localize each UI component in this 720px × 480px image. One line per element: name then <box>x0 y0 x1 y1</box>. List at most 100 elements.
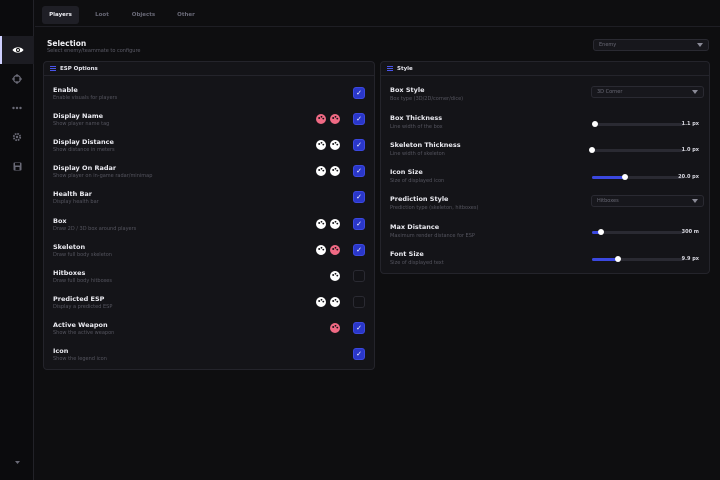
slider-knob[interactable] <box>598 229 604 235</box>
prediction-style-select[interactable]: Hitboxes <box>591 195 704 207</box>
esp-option-label: Skeleton <box>53 243 86 251</box>
icon-size-label: Icon Size <box>390 168 423 176</box>
esp-option-desc: Draw full body hitboxes <box>53 278 112 284</box>
style-header: Style <box>381 62 709 76</box>
esp-option-checkbox[interactable]: ✓ <box>353 191 365 203</box>
tab-players[interactable]: Players <box>42 6 79 24</box>
prediction-style-desc: Prediction type (skeleton, hitboxes) <box>390 205 479 211</box>
save-icon <box>13 162 21 170</box>
palette-icon[interactable] <box>330 245 340 255</box>
chevron-down-icon <box>697 43 703 47</box>
sidebar-item-misc[interactable] <box>0 94 34 122</box>
palette-icon[interactable] <box>330 297 340 307</box>
prediction-style-label: Prediction Style <box>390 195 449 203</box>
slider-knob[interactable] <box>622 174 628 180</box>
target-select-value: Enemy <box>599 42 617 48</box>
palette-icon[interactable] <box>316 219 326 229</box>
esp-option-label: Active Weapon <box>53 321 108 329</box>
esp-option-desc: Draw full body skeleton <box>53 252 112 258</box>
eye-icon <box>12 47 24 53</box>
esp-option-checkbox[interactable]: ✓ <box>353 296 365 308</box>
palette-icon[interactable] <box>316 297 326 307</box>
crosshair-icon <box>12 74 22 84</box>
max-distance-value: 300 m <box>681 229 699 235</box>
chevron-down-icon <box>692 90 698 94</box>
box-style-select[interactable]: 3D Corner <box>591 86 704 98</box>
esp-option-label: Hitboxes <box>53 269 86 277</box>
esp-option-label: Health Bar <box>53 190 93 198</box>
slider-knob[interactable] <box>592 121 598 127</box>
selection-subtitle: Select enemy/teammate to configure <box>47 48 141 54</box>
tab-bar: Players Loot Objects Other <box>35 0 720 27</box>
palette-icon[interactable] <box>316 245 326 255</box>
esp-option-label: Predicted ESP <box>53 295 105 303</box>
esp-option-label: Display Name <box>53 112 104 120</box>
tab-objects[interactable]: Objects <box>125 6 162 24</box>
esp-option-checkbox[interactable]: ✓ <box>353 244 365 256</box>
tab-other[interactable]: Other <box>170 6 202 24</box>
esp-option-checkbox[interactable]: ✓ <box>353 348 365 360</box>
slider-knob[interactable] <box>589 147 595 153</box>
palette-icon[interactable] <box>330 323 340 333</box>
icon-size-desc: Size of displayed icon <box>390 178 445 184</box>
sidebar-item-visuals[interactable] <box>0 36 34 64</box>
esp-option-label: Display On Radar <box>53 164 117 172</box>
esp-option-label: Icon <box>53 347 69 355</box>
esp-option-checkbox[interactable]: ✓ <box>353 270 365 282</box>
esp-option-checkbox[interactable]: ✓ <box>353 113 365 125</box>
tab-loot[interactable]: Loot <box>87 6 117 24</box>
target-select[interactable]: Enemy <box>593 39 709 51</box>
slider-fill <box>592 176 625 179</box>
palette-icon[interactable] <box>316 166 326 176</box>
box-thickness-desc: Line width of the box <box>390 124 443 130</box>
palette-icon[interactable] <box>330 271 340 281</box>
esp-option-checkbox[interactable]: ✓ <box>353 322 365 334</box>
esp-option-checkbox[interactable]: ✓ <box>353 139 365 151</box>
esp-option-desc: Show the legend icon <box>53 356 107 362</box>
sidebar <box>0 0 34 480</box>
box-style-desc: Box type (3D/2D/corner/dice) <box>390 96 464 102</box>
esp-option-checkbox[interactable]: ✓ <box>353 218 365 230</box>
esp-option-checkbox[interactable]: ✓ <box>353 87 365 99</box>
esp-option-desc: Show player on in-game radar/minimap <box>53 173 153 179</box>
prediction-style-value: Hitboxes <box>597 198 619 204</box>
skeleton-thickness-value: 1.0 px <box>681 147 699 153</box>
gear-icon <box>12 132 22 142</box>
esp-option-label: Display Distance <box>53 138 114 146</box>
font-size-label: Font Size <box>390 250 424 258</box>
esp-option-desc: Display health bar <box>53 199 99 205</box>
sidebar-collapse[interactable] <box>0 452 34 472</box>
sidebar-item-aim[interactable] <box>0 65 34 93</box>
box-style-value: 3D Corner <box>597 89 623 95</box>
esp-option-desc: Show the active weapon <box>53 330 115 336</box>
skeleton-thickness-desc: Line width of skeleton <box>390 151 445 157</box>
esp-option-checkbox[interactable]: ✓ <box>353 165 365 177</box>
box-thickness-label: Box Thickness <box>390 114 443 122</box>
palette-icon[interactable] <box>330 114 340 124</box>
chevron-down-icon <box>692 199 698 203</box>
chevron-down-icon <box>14 460 20 464</box>
font-size-value: 9.9 px <box>681 256 699 262</box>
palette-icon[interactable] <box>316 140 326 150</box>
box-thickness-value: 1.1 px <box>681 121 699 127</box>
selection-title: Selection <box>47 39 87 48</box>
esp-options-title: ESP Options <box>60 65 98 72</box>
sidebar-item-config[interactable] <box>0 152 34 180</box>
font-size-desc: Size of displayed text <box>390 260 444 266</box>
menu-icon <box>50 66 56 71</box>
palette-icon[interactable] <box>316 114 326 124</box>
style-title: Style <box>397 65 413 72</box>
sidebar-item-settings[interactable] <box>0 123 34 151</box>
skeleton-thickness-label: Skeleton Thickness <box>390 141 461 149</box>
box-style-label: Box Style <box>390 86 425 94</box>
slider-knob[interactable] <box>615 256 621 262</box>
esp-option-desc: Show distance in meters <box>53 147 115 153</box>
max-distance-label: Max Distance <box>390 223 440 231</box>
icon-size-value: 20.0 px <box>678 174 699 180</box>
dots-icon <box>12 106 22 110</box>
menu-icon <box>387 66 393 71</box>
esp-option-label: Enable <box>53 86 78 94</box>
palette-icon[interactable] <box>330 140 340 150</box>
palette-icon[interactable] <box>330 219 340 229</box>
palette-icon[interactable] <box>330 166 340 176</box>
